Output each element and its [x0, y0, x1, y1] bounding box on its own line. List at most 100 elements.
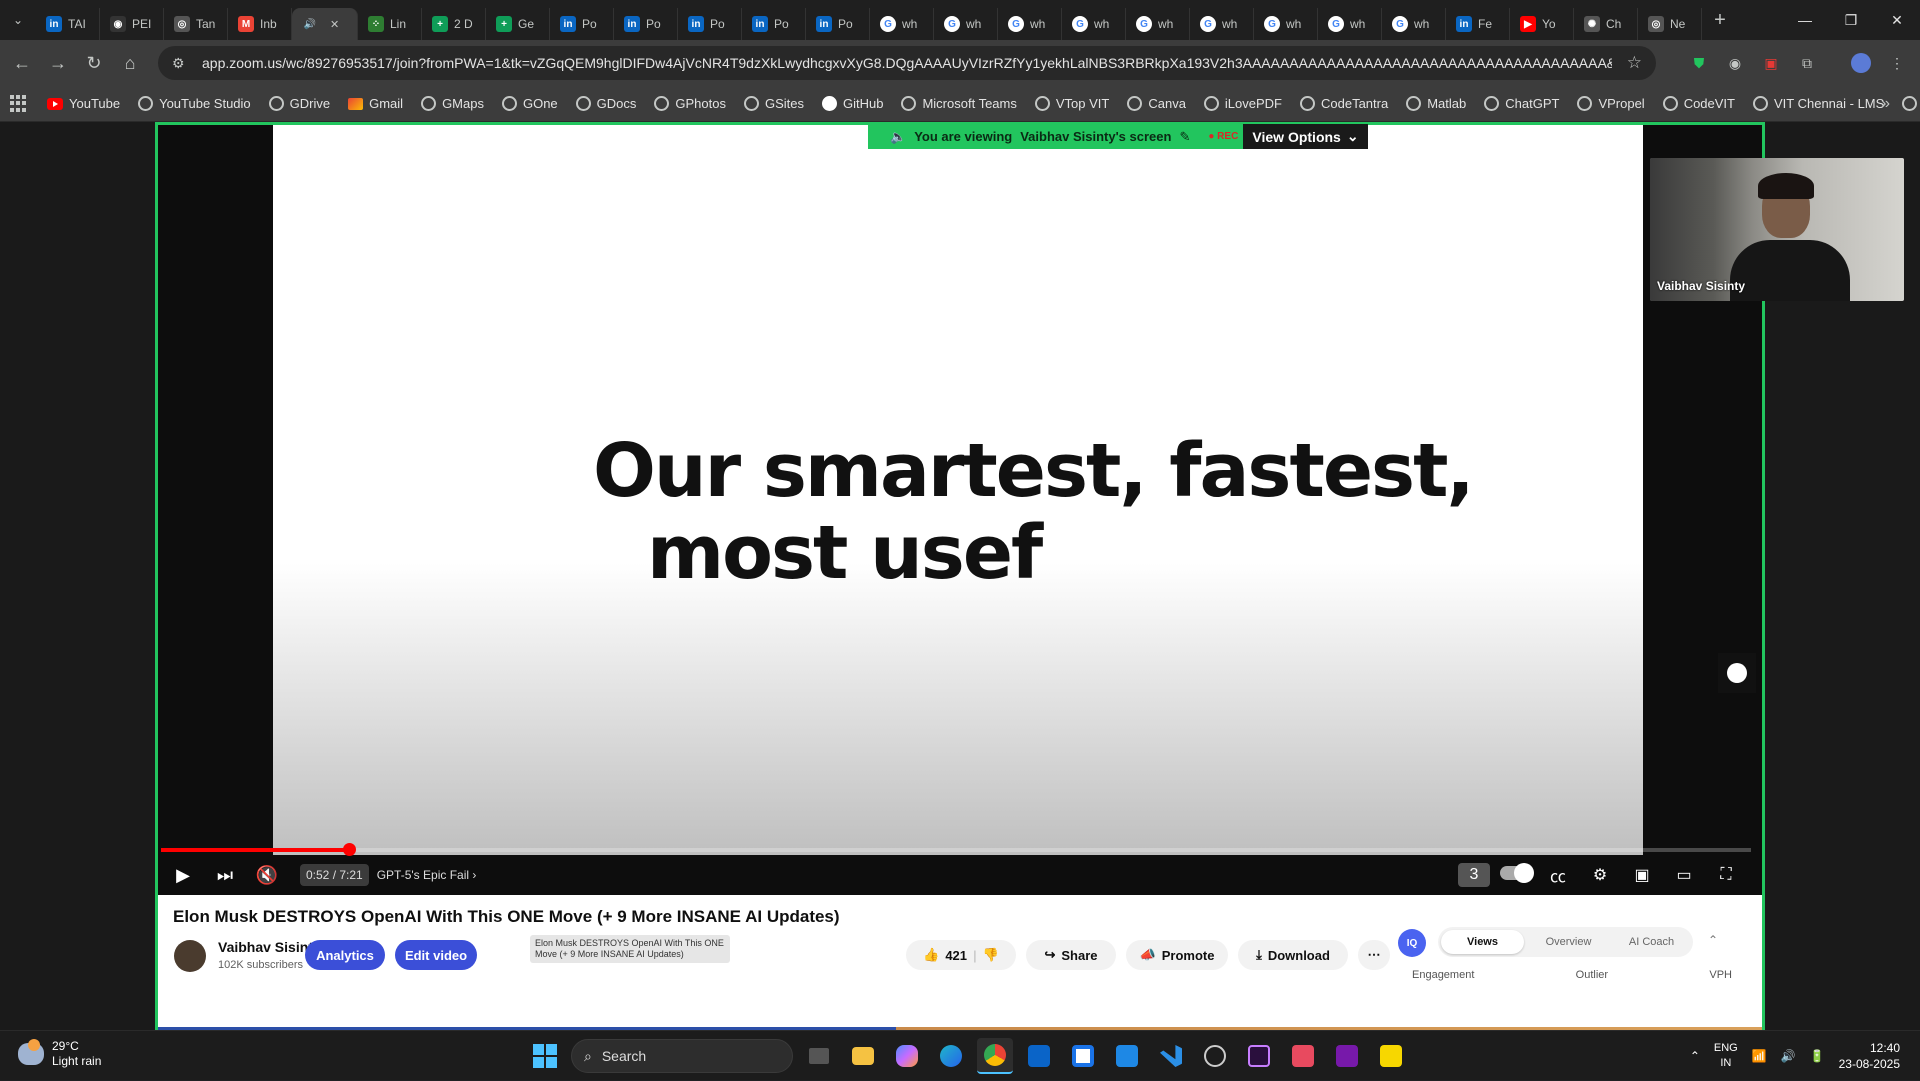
video-progress-bar[interactable] — [161, 843, 1751, 856]
progress-scrubber[interactable] — [342, 843, 356, 856]
play-icon[interactable]: ▶ — [162, 865, 204, 886]
weather-widget[interactable]: 29°C Light rain — [18, 1039, 101, 1069]
bookmarks-overflow-icon[interactable]: » — [1881, 95, 1890, 113]
browser-tab[interactable]: in Fe — [1446, 8, 1510, 40]
view-options-button[interactable]: View Options ⌄ — [1243, 124, 1368, 149]
vidiq-logo-icon[interactable]: IQ — [1398, 929, 1426, 957]
openai-app-icon[interactable] — [1197, 1038, 1233, 1074]
collapse-chevron-icon[interactable]: ⌃ — [1708, 933, 1718, 947]
browser-tab[interactable]: Gwh — [1318, 8, 1382, 40]
browser-tab[interactable]: in Po — [614, 8, 678, 40]
url-text[interactable]: app.zoom.us/wc/89276953517/join?fromPWA=… — [202, 55, 1612, 71]
bookmark-item[interactable]: GMaps — [412, 96, 493, 111]
browser-tab[interactable]: ✺ Ch — [1574, 8, 1638, 40]
ms-store-icon[interactable] — [1065, 1038, 1101, 1074]
youtube-player[interactable]: Our smartest, fastest, most usef 🔈 You a… — [158, 124, 1762, 895]
battery-icon[interactable]: 🔋 — [1810, 1049, 1825, 1063]
home-icon[interactable]: ⌂ — [112, 45, 148, 81]
restore-button[interactable]: ❐ — [1828, 0, 1874, 40]
site-info-icon[interactable]: ⚙ — [172, 55, 192, 72]
browser-tab[interactable]: ◎ Tan — [164, 8, 228, 40]
browser-tab[interactable]: ◎ Ne — [1638, 8, 1702, 40]
bookmark-item[interactable]: CodeVIT — [1654, 96, 1744, 111]
miniplayer-icon[interactable]: ▣ — [1626, 865, 1658, 885]
reload-icon[interactable]: ↻ — [76, 45, 112, 81]
tab-views[interactable]: Views — [1441, 930, 1524, 954]
settings-gear-icon[interactable]: ⚙ — [1584, 865, 1616, 885]
browser-tab[interactable]: Gwh — [934, 8, 998, 40]
sticky-notes-icon[interactable] — [1373, 1038, 1409, 1074]
browser-tab[interactable]: in TAI — [36, 8, 100, 40]
channel-avatar[interactable] — [174, 940, 206, 972]
copilot-icon[interactable] — [889, 1038, 925, 1074]
bookmark-item[interactable]: VTop VIT — [1026, 96, 1118, 111]
reaction-button[interactable] — [1718, 653, 1756, 693]
bookmark-item[interactable]: VPropel — [1568, 96, 1653, 111]
volume-icon[interactable]: 🔊 — [1781, 1049, 1796, 1063]
bookmark-item[interactable]: Canva — [1118, 96, 1195, 111]
close-window-button[interactable]: ✕ — [1874, 0, 1920, 40]
browser-tab[interactable]: Gwh — [1190, 8, 1254, 40]
browser-tab[interactable]: +2 D — [422, 8, 486, 40]
next-icon[interactable]: ⏭ — [204, 865, 246, 886]
browser-tab[interactable]: 🔊 ✕ — [292, 8, 358, 40]
browser-tab[interactable]: Gwh — [998, 8, 1062, 40]
tray-overflow-icon[interactable]: ⌃ — [1690, 1049, 1700, 1063]
tab-search-button[interactable]: ⌄ — [0, 0, 36, 40]
language-indicator[interactable]: ENG IN — [1714, 1041, 1738, 1071]
browser-tab[interactable]: in Po — [742, 8, 806, 40]
browser-tab[interactable]: Gwh — [1254, 8, 1318, 40]
bookmark-item[interactable]: GitHub — [813, 96, 892, 111]
overlay-badge[interactable]: 3 — [1458, 863, 1490, 887]
promote-button[interactable]: 📣 Promote — [1126, 940, 1228, 970]
bookmark-item[interactable]: GSites — [735, 96, 813, 111]
edit-video-button[interactable]: Edit video — [395, 940, 477, 970]
profile-avatar-icon[interactable] — [1846, 48, 1876, 78]
browser-tab[interactable]: Gwh — [1382, 8, 1446, 40]
bookmark-item[interactable]: Gmail — [339, 96, 412, 111]
browser-tab[interactable]: in Po — [550, 8, 614, 40]
apps-grid-icon[interactable] — [10, 94, 26, 113]
bookmark-item[interactable]: Microsoft Teams — [892, 96, 1025, 111]
browser-tab[interactable]: ▶ Yo — [1510, 8, 1574, 40]
onenote-icon[interactable] — [1329, 1038, 1365, 1074]
bookmark-item[interactable]: iLovePDF — [1195, 96, 1291, 111]
bookmark-item[interactable]: GDocs — [567, 96, 646, 111]
windows-start-icon[interactable] — [533, 1044, 557, 1068]
browser-tab[interactable]: ◉ PEI — [100, 8, 164, 40]
bookmark-item[interactable]: GOne — [493, 96, 567, 111]
tab-ai-coach[interactable]: AI Coach — [1610, 936, 1693, 948]
browser-tab[interactable]: Gwh — [870, 8, 934, 40]
app-blue-icon[interactable] — [1109, 1038, 1145, 1074]
extensions-puzzle-icon[interactable]: ⧉ — [1792, 48, 1822, 78]
bookmark-star-icon[interactable]: ☆ — [1627, 53, 1642, 73]
task-view-icon[interactable] — [801, 1038, 837, 1074]
shield-extension-icon[interactable]: ⛊ — [1684, 48, 1714, 78]
thumbs-down-icon[interactable]: 👎 — [983, 947, 999, 963]
bookmark-item[interactable]: Udemy — [1893, 96, 1920, 111]
mute-icon[interactable]: 🔇 — [246, 865, 288, 886]
camera-extension-icon[interactable]: ◉ — [1720, 48, 1750, 78]
analytics-button[interactable]: Analytics — [305, 940, 385, 970]
outlook-icon[interactable] — [1021, 1038, 1057, 1074]
more-actions-button[interactable]: ⋯ — [1358, 940, 1390, 970]
bookmark-item[interactable]: YouTube — [38, 96, 129, 111]
forward-icon[interactable]: → — [40, 45, 76, 81]
theater-mode-icon[interactable]: ▭ — [1668, 865, 1700, 885]
new-tab-button[interactable]: + — [1702, 9, 1738, 32]
file-explorer-icon[interactable] — [845, 1038, 881, 1074]
browser-tab[interactable]: + Ge — [486, 8, 550, 40]
address-bar[interactable]: ⚙ app.zoom.us/wc/89276953517/join?fromPW… — [158, 46, 1656, 80]
snipping-tool-icon[interactable] — [1285, 1038, 1321, 1074]
tab-overview[interactable]: Overview — [1527, 936, 1610, 948]
browser-tab[interactable]: M Inb — [228, 8, 292, 40]
bookmark-item[interactable]: Matlab — [1397, 96, 1475, 111]
premiere-icon[interactable] — [1241, 1038, 1277, 1074]
minimize-button[interactable]: — — [1782, 0, 1828, 40]
system-clock[interactable]: 12:40 23-08-2025 — [1839, 1040, 1900, 1072]
browser-tab[interactable]: in Po — [806, 8, 870, 40]
back-icon[interactable]: ← — [4, 45, 40, 81]
captions-icon[interactable]: ㏄ — [1542, 863, 1574, 887]
browser-tab[interactable]: Gwh — [1062, 8, 1126, 40]
edge-icon[interactable] — [933, 1038, 969, 1074]
